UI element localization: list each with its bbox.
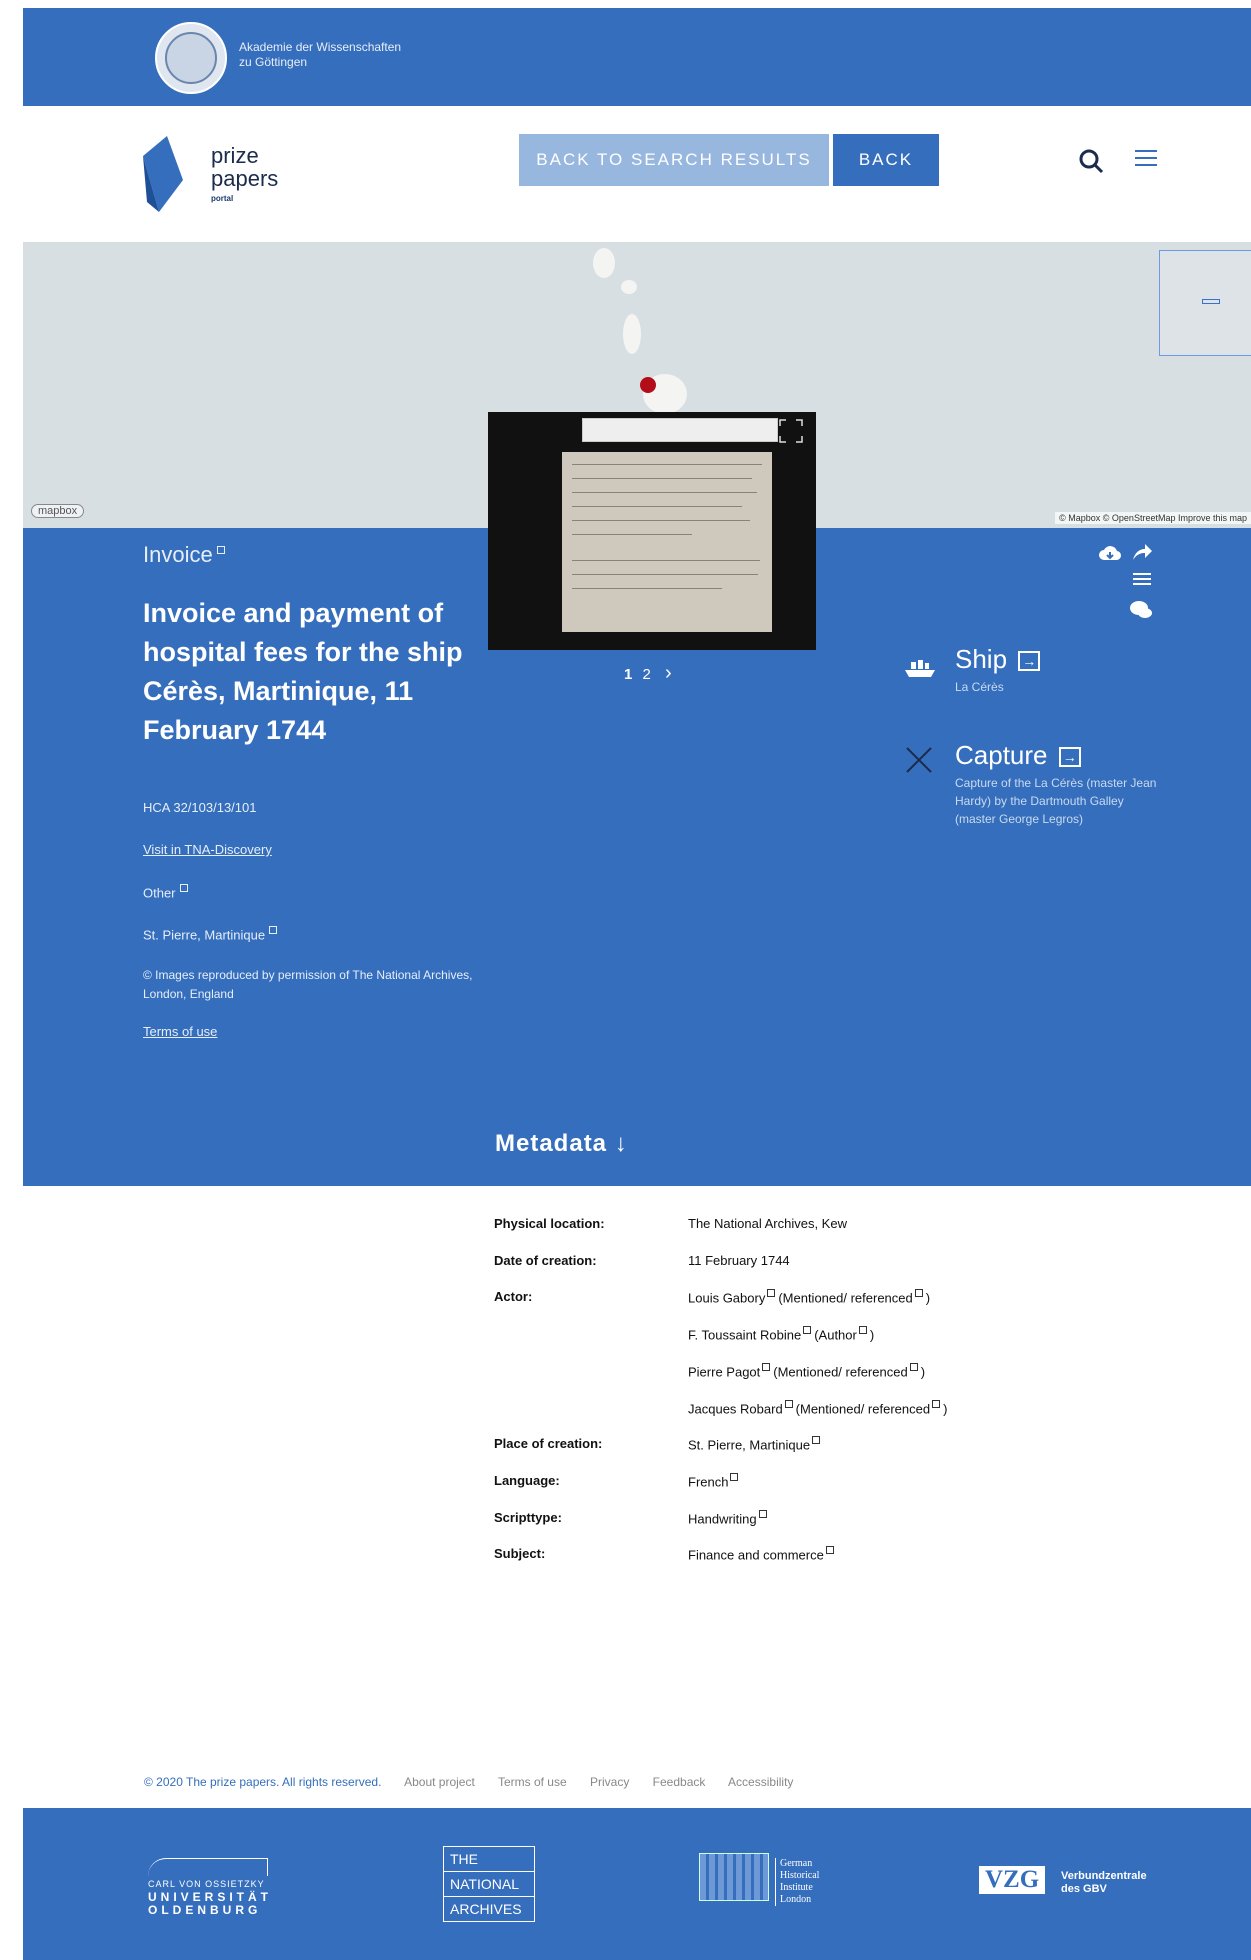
info-box-icon[interactable] xyxy=(803,1326,812,1334)
document-title: Invoice and payment of hospital fees for… xyxy=(143,598,463,745)
tna-discovery-link[interactable]: Visit in TNA-Discovery xyxy=(143,842,272,857)
ghil-building-logo-icon[interactable] xyxy=(699,1853,769,1901)
metadata-value[interactable]: Handwriting xyxy=(688,1510,770,1526)
info-box-icon[interactable] xyxy=(909,1363,918,1371)
metadata-label: Scripttype: xyxy=(494,1510,562,1525)
ship-name: La Cérès xyxy=(955,680,1004,694)
metadata-heading[interactable]: Metadata ↓ xyxy=(495,1130,628,1158)
national-archives-logo[interactable]: THE NATIONAL ARCHIVES xyxy=(443,1846,535,1922)
info-box-icon[interactable] xyxy=(269,926,278,934)
map-attribution[interactable]: © Mapbox © OpenStreetMap Improve this ma… xyxy=(1055,512,1251,524)
minimap-viewport xyxy=(1202,299,1220,304)
footer-link-feedback[interactable]: Feedback xyxy=(653,1775,706,1789)
ship-heading[interactable]: Ship → xyxy=(955,644,1041,675)
prize-papers-logo-icon[interactable] xyxy=(143,136,183,212)
partner-logos-bar: CARL VON OSSIETZKY UNIVERSITÄT OLDENBURG… xyxy=(23,1808,1251,1960)
text-lines-icon[interactable] xyxy=(1133,572,1151,588)
back-to-search-results-button[interactable]: BACK TO SEARCH RESULTS xyxy=(519,134,829,186)
metadata-value[interactable]: Pierre Pagot (Mentioned/ referenced) xyxy=(688,1363,925,1379)
academy-name[interactable]: Akademie der Wissenschaften zu Göttingen xyxy=(239,40,401,70)
metadata-value[interactable]: Jacques Robard (Mentioned/ referenced) xyxy=(688,1400,947,1416)
document-place[interactable]: St. Pierre, Martinique xyxy=(143,926,278,942)
back-button[interactable]: BACK xyxy=(833,134,939,186)
mapbox-logo[interactable]: mapbox xyxy=(31,504,85,518)
footer-copyright: © 2020 The prize papers. All rights rese… xyxy=(144,1775,382,1789)
overview-minimap[interactable] xyxy=(1159,250,1251,356)
download-cloud-icon[interactable] xyxy=(1098,544,1122,562)
info-box-icon[interactable] xyxy=(762,1363,771,1371)
open-entity-icon[interactable]: → xyxy=(1058,747,1081,768)
oldenburg-university-logo[interactable]: CARL VON OSSIETZKY UNIVERSITÄT OLDENBURG xyxy=(148,1858,272,1917)
footer-link-about[interactable]: About project xyxy=(404,1775,475,1789)
metadata-label: Subject: xyxy=(494,1546,546,1561)
info-box-icon[interactable] xyxy=(179,884,188,892)
document-image-viewer[interactable] xyxy=(488,412,816,650)
info-box-icon[interactable] xyxy=(730,1473,739,1481)
academy-seal-logo[interactable] xyxy=(155,22,227,94)
metadata-value[interactable]: F. Toussaint Robine (Author) xyxy=(688,1326,874,1342)
capture-heading[interactable]: Capture → xyxy=(955,740,1081,771)
metadata-value[interactable]: The National Archives, Kew xyxy=(688,1216,847,1231)
info-box-icon[interactable] xyxy=(812,1436,821,1444)
terms-of-use-link[interactable]: Terms of use xyxy=(143,1024,217,1039)
metadata-label: Date of creation: xyxy=(494,1253,597,1268)
metadata-label: Physical location: xyxy=(494,1216,605,1231)
ship-icon xyxy=(905,660,935,677)
map-island xyxy=(621,280,637,294)
image-copyright: © Images reproduced by permission of The… xyxy=(143,968,473,1001)
search-icon[interactable] xyxy=(1078,148,1104,174)
hamburger-menu-icon[interactable] xyxy=(1135,150,1157,170)
capture-description: Capture of the La Cérès (master Jean Har… xyxy=(955,776,1157,826)
scale-ruler xyxy=(582,418,778,442)
prize-papers-logo-text[interactable]: prize papers xyxy=(211,144,278,190)
footer-link-privacy[interactable]: Privacy xyxy=(590,1775,629,1789)
info-box-icon[interactable] xyxy=(767,1289,776,1297)
comments-icon[interactable] xyxy=(1129,600,1153,620)
document-reference: HCA 32/103/13/101 xyxy=(143,800,257,815)
document-scan xyxy=(562,452,772,632)
info-box-icon[interactable] xyxy=(758,1510,767,1518)
vzg-logo-text[interactable]: Verbundzentrale des GBV xyxy=(1061,1870,1147,1896)
metadata-label: Language: xyxy=(494,1473,560,1488)
info-box-icon[interactable] xyxy=(858,1326,867,1334)
page-2-link[interactable]: 2 xyxy=(643,666,651,683)
academy-bar: Akademie der Wissenschaften zu Göttingen xyxy=(23,8,1251,106)
metadata-value[interactable]: 11 February 1744 xyxy=(688,1253,790,1268)
metadata-value[interactable]: St. Pierre, Martinique xyxy=(688,1436,823,1452)
next-page-chevron-icon[interactable]: › xyxy=(665,662,672,684)
map-island xyxy=(593,248,615,278)
info-box-icon[interactable] xyxy=(784,1400,793,1408)
document-type[interactable]: Invoice xyxy=(143,542,225,568)
open-entity-icon[interactable]: → xyxy=(1018,651,1041,672)
footer-link-accessibility[interactable]: Accessibility xyxy=(728,1775,793,1789)
share-arrow-icon[interactable] xyxy=(1131,542,1153,562)
page-1-link[interactable]: 1 xyxy=(624,666,632,683)
expand-fullscreen-icon[interactable] xyxy=(778,418,804,444)
info-box-icon[interactable] xyxy=(914,1289,923,1297)
metadata-value[interactable]: French xyxy=(688,1473,741,1489)
page-pagination: 1 2 › xyxy=(624,662,672,685)
metadata-label: Place of creation: xyxy=(494,1436,603,1451)
metadata-value[interactable]: Louis Gabory (Mentioned/ referenced) xyxy=(688,1289,930,1305)
info-box-icon[interactable] xyxy=(932,1400,941,1408)
site-header: prize papers portal BACK TO SEARCH RESUL… xyxy=(23,106,1251,242)
location-pin-marker[interactable] xyxy=(640,377,656,393)
map-island xyxy=(623,314,641,354)
info-box-icon[interactable] xyxy=(825,1546,834,1554)
logo-portal-label: portal xyxy=(211,194,234,203)
footer-links: © 2020 The prize papers. All rights rese… xyxy=(144,1775,813,1789)
metadata-value[interactable]: Finance and commerce xyxy=(688,1546,837,1562)
ghil-logo-text[interactable]: German Historical Institute London xyxy=(775,1858,819,1906)
footer-link-terms[interactable]: Terms of use xyxy=(498,1775,567,1789)
info-box-icon[interactable] xyxy=(216,545,225,554)
crossed-swords-icon xyxy=(906,747,932,773)
metadata-label: Actor: xyxy=(494,1289,533,1304)
vzg-logo[interactable]: VZG xyxy=(979,1866,1046,1894)
document-category[interactable]: Other xyxy=(143,884,188,900)
